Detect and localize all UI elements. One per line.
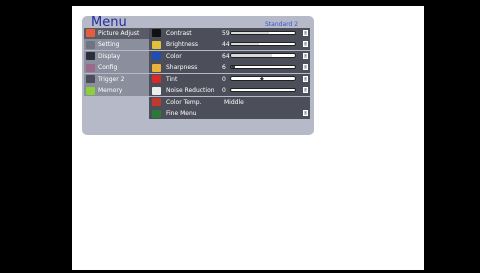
sidebar-item-label: Setting xyxy=(98,41,120,49)
picture-adjust-icon xyxy=(86,29,95,38)
sidebar-item-label: Picture Adjust xyxy=(98,29,140,37)
picture-adjust-list: Contrast 59 › Brightness 44 › Color 64 ›… xyxy=(149,28,310,120)
trigger-icon xyxy=(86,75,95,84)
setting-label: Color Temp. xyxy=(166,98,202,106)
contrast-slider[interactable] xyxy=(230,30,296,35)
sidebar-item-picture-adjust[interactable]: Picture Adjust xyxy=(84,28,149,39)
chevron-right-icon[interactable]: › xyxy=(303,30,308,36)
setting-row-fine-menu[interactable]: Fine Menu › xyxy=(149,108,310,120)
noise-reduction-slider[interactable] xyxy=(230,87,296,93)
chevron-right-icon[interactable]: › xyxy=(303,110,308,117)
setting-row-sharpness[interactable]: Sharpness 6 › xyxy=(149,62,310,74)
sidebar-item-display[interactable]: Display xyxy=(84,50,149,62)
tint-icon xyxy=(152,75,161,84)
sidebar-item-config[interactable]: Config xyxy=(84,62,149,74)
setting-label: Fine Menu xyxy=(166,110,197,118)
color-slider[interactable] xyxy=(230,53,296,58)
brightness-icon xyxy=(152,40,161,49)
setting-label: Sharpness xyxy=(166,64,198,72)
chevron-right-icon[interactable]: › xyxy=(303,64,308,71)
sidebar-item-label: Memory xyxy=(98,87,123,95)
setting-row-noise-reduction[interactable]: Noise Reduction 0 › xyxy=(149,85,310,97)
chevron-right-icon[interactable]: › xyxy=(303,75,308,82)
chevron-right-icon[interactable]: › xyxy=(303,87,308,94)
memory-icon xyxy=(86,86,95,95)
picture-mode-label: Standard 2 xyxy=(265,21,299,28)
slider-fill xyxy=(231,54,272,57)
sharpness-icon xyxy=(152,63,161,72)
slider-center-marker: ◆ xyxy=(260,76,264,81)
setting-value: Middle xyxy=(224,98,244,106)
sharpness-slider[interactable] xyxy=(230,64,296,70)
display-icon xyxy=(86,52,95,61)
slider-fill xyxy=(231,42,260,46)
sidebar-item-label: Display xyxy=(98,52,121,60)
setting-label: Contrast xyxy=(166,29,192,37)
noise-reduction-icon xyxy=(152,86,161,95)
setting-label: Noise Reduction xyxy=(166,87,215,95)
sidebar-item-label: Trigger 2 xyxy=(98,75,125,83)
color-temp-icon xyxy=(152,98,161,107)
chevron-right-icon[interactable]: › xyxy=(303,52,308,59)
sidebar-item-setting[interactable]: Setting xyxy=(84,39,149,51)
config-icon xyxy=(86,63,95,72)
brightness-slider[interactable] xyxy=(230,41,296,47)
setting-row-brightness[interactable]: Brightness 44 › xyxy=(149,39,310,51)
osd-menu: Menu Standard 2 Picture Adjust Setting D… xyxy=(82,15,314,135)
sidebar-item-label: Config xyxy=(98,64,118,72)
setting-label: Brightness xyxy=(166,41,198,49)
setting-label: Tint xyxy=(166,75,178,83)
slider-fill xyxy=(231,31,269,34)
setting-row-color[interactable]: Color 64 › xyxy=(149,50,310,62)
setting-icon xyxy=(86,40,95,49)
setting-label: Color xyxy=(166,52,182,60)
sidebar-item-memory[interactable]: Memory xyxy=(84,85,149,97)
fine-menu-icon xyxy=(152,109,161,118)
contrast-icon xyxy=(152,29,161,38)
color-icon xyxy=(152,52,161,61)
setting-row-color-temp[interactable]: Color Temp. Middle xyxy=(149,96,310,108)
sidebar: Picture Adjust Setting Display Config Tr… xyxy=(84,28,149,135)
sidebar-item-trigger-2[interactable]: Trigger 2 xyxy=(84,73,149,85)
setting-row-contrast[interactable]: Contrast 59 › xyxy=(149,28,310,39)
setting-row-tint[interactable]: Tint 0 ◆ › xyxy=(149,73,310,85)
tint-slider[interactable]: ◆ xyxy=(230,76,296,81)
slider-fill xyxy=(231,65,235,69)
chevron-right-icon[interactable]: › xyxy=(303,41,308,48)
